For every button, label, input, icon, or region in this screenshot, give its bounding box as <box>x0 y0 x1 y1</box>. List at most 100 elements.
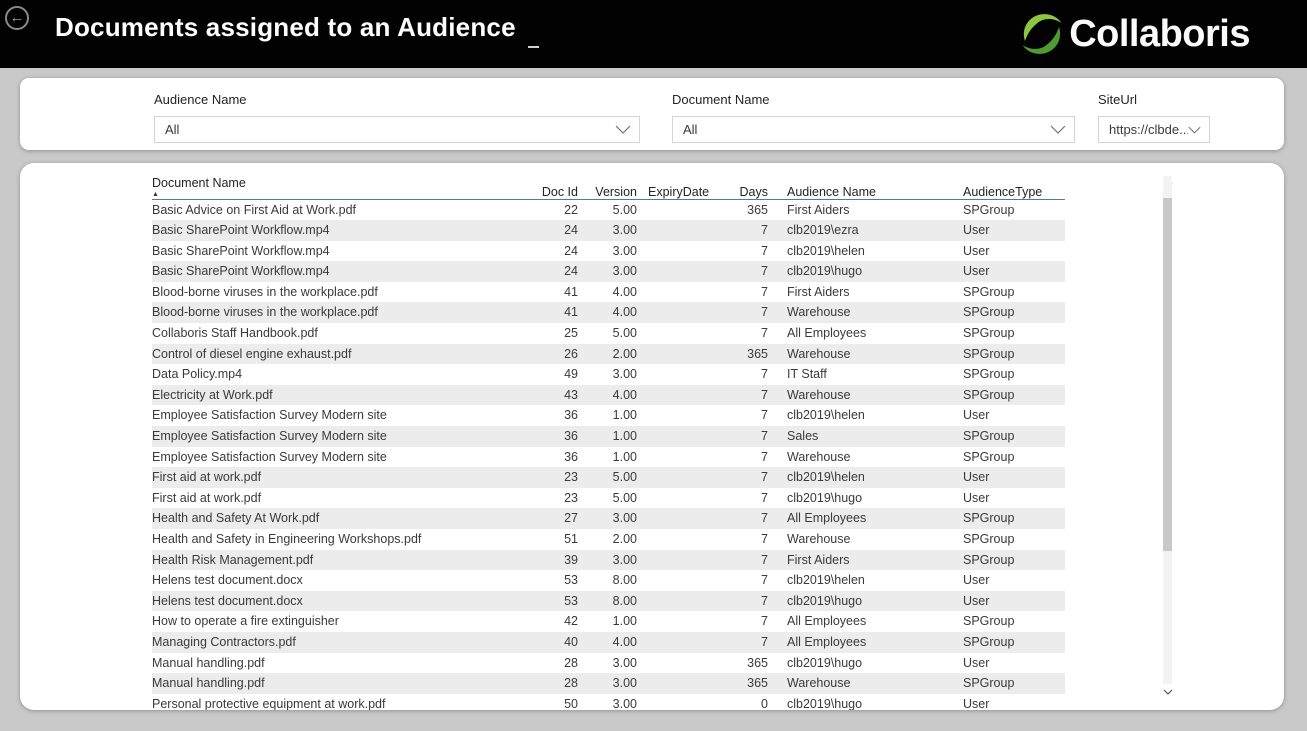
cell-version: 5.00 <box>578 467 637 488</box>
cell-expiry_date <box>637 447 714 468</box>
cell-doc_id: 36 <box>540 426 578 447</box>
siteurl-dropdown[interactable]: https://clbde... <box>1098 116 1210 143</box>
cell-doc_id: 39 <box>540 550 578 571</box>
collaboris-logo: Collaboris <box>1019 9 1250 59</box>
cell-document_name: Employee Satisfaction Survey Modern site <box>152 405 540 426</box>
cell-document_name: How to operate a fire extinguisher <box>152 611 540 632</box>
column-header-expiry_date[interactable]: ExpiryDate <box>637 171 714 199</box>
cell-days: 0 <box>714 694 768 710</box>
table-row: Electricity at Work.pdf434.007WarehouseS… <box>152 385 1065 406</box>
cell-document_name: Employee Satisfaction Survey Modern site <box>152 447 540 468</box>
filter-panel: Audience Name All Document Name All Site… <box>20 78 1284 150</box>
chevron-down-icon <box>615 125 631 134</box>
cell-expiry_date <box>637 488 714 509</box>
cell-audience_name: Warehouse <box>768 344 961 365</box>
cell-audience_name: All Employees <box>768 632 961 653</box>
cell-audience_type: SPGroup <box>961 344 1065 365</box>
cell-document_name: Helens test document.docx <box>152 591 540 612</box>
document-name-dropdown[interactable]: All <box>672 116 1075 143</box>
column-header-days[interactable]: Days <box>714 171 768 199</box>
dropdown-value: All <box>165 122 615 137</box>
cell-audience_type: User <box>961 220 1065 241</box>
cell-version: 5.00 <box>578 488 637 509</box>
cell-days: 7 <box>714 467 768 488</box>
column-header-audience_name[interactable]: Audience Name <box>768 171 961 199</box>
cell-days: 7 <box>714 302 768 323</box>
column-header-document_name[interactable]: Document Name▲ <box>152 171 540 199</box>
filter-siteurl: SiteUrl https://clbde... <box>1098 92 1210 143</box>
cell-doc_id: 50 <box>540 694 578 710</box>
cell-audience_name: All Employees <box>768 323 961 344</box>
cell-audience_type: SPGroup <box>961 632 1065 653</box>
top-bar: ← Documents assigned to an Audience Coll… <box>0 0 1307 68</box>
cell-audience_type: User <box>961 405 1065 426</box>
cell-audience_name: Warehouse <box>768 529 961 550</box>
cell-version: 1.00 <box>578 426 637 447</box>
filter-document-name: Document Name All <box>672 92 1075 143</box>
table-row: Health Risk Management.pdf393.007First A… <box>152 550 1065 571</box>
back-button[interactable]: ← <box>5 6 29 30</box>
cell-audience_type: SPGroup <box>961 447 1065 468</box>
table-row: Manual handling.pdf283.00365WarehouseSPG… <box>152 673 1065 694</box>
audience-name-dropdown[interactable]: All <box>154 116 640 143</box>
cell-document_name: Basic Advice on First Aid at Work.pdf <box>152 199 540 220</box>
cell-doc_id: 26 <box>540 344 578 365</box>
cell-doc_id: 41 <box>540 302 578 323</box>
cell-audience_name: First Aiders <box>768 199 961 220</box>
cell-audience_name: All Employees <box>768 508 961 529</box>
cell-doc_id: 23 <box>540 467 578 488</box>
cell-document_name: Collaboris Staff Handbook.pdf <box>152 323 540 344</box>
column-header-doc_id[interactable]: Doc Id <box>540 171 578 199</box>
sort-ascending-icon: ▲ <box>152 190 540 199</box>
scrollbar-thumb[interactable] <box>1163 198 1172 551</box>
cell-expiry_date <box>637 323 714 344</box>
cell-version: 1.00 <box>578 611 637 632</box>
cell-doc_id: 28 <box>540 673 578 694</box>
cell-expiry_date <box>637 344 714 365</box>
cell-document_name: Electricity at Work.pdf <box>152 385 540 406</box>
cell-document_name: Managing Contractors.pdf <box>152 632 540 653</box>
cell-version: 5.00 <box>578 323 637 344</box>
cell-audience_name: Warehouse <box>768 673 961 694</box>
cell-expiry_date <box>637 653 714 674</box>
cell-audience_name: clb2019\hugo <box>768 261 961 282</box>
cell-expiry_date <box>637 426 714 447</box>
cell-audience_type: User <box>961 467 1065 488</box>
cell-audience_type: User <box>961 570 1065 591</box>
cell-audience_name: clb2019\hugo <box>768 591 961 612</box>
scrollbar-down-button[interactable] <box>1161 686 1175 698</box>
cell-days: 7 <box>714 488 768 509</box>
cell-days: 7 <box>714 282 768 303</box>
cell-doc_id: 43 <box>540 385 578 406</box>
cell-version: 1.00 <box>578 405 637 426</box>
cell-doc_id: 41 <box>540 282 578 303</box>
cell-audience_type: User <box>961 261 1065 282</box>
column-header-audience_type[interactable]: AudienceType <box>961 171 1065 199</box>
cursor-dash <box>528 46 539 48</box>
cell-document_name: First aid at work.pdf <box>152 488 540 509</box>
cell-doc_id: 22 <box>540 199 578 220</box>
cell-audience_type: SPGroup <box>961 611 1065 632</box>
cell-audience_type: SPGroup <box>961 673 1065 694</box>
cell-audience_type: SPGroup <box>961 282 1065 303</box>
cell-document_name: Basic SharePoint Workflow.mp4 <box>152 261 540 282</box>
cell-doc_id: 28 <box>540 653 578 674</box>
cell-audience_type: SPGroup <box>961 426 1065 447</box>
cell-version: 3.00 <box>578 673 637 694</box>
table-row: First aid at work.pdf235.007clb2019\hele… <box>152 467 1065 488</box>
cell-doc_id: 40 <box>540 632 578 653</box>
cell-doc_id: 27 <box>540 508 578 529</box>
cell-document_name: Blood-borne viruses in the workplace.pdf <box>152 282 540 303</box>
cell-days: 7 <box>714 550 768 571</box>
cell-audience_name: clb2019\helen <box>768 241 961 262</box>
cell-audience_type: User <box>961 694 1065 710</box>
cell-document_name: Health Risk Management.pdf <box>152 550 540 571</box>
table-row: Basic Advice on First Aid at Work.pdf225… <box>152 199 1065 220</box>
cell-doc_id: 36 <box>540 405 578 426</box>
dropdown-value: https://clbde... <box>1109 122 1188 137</box>
cell-audience_type: SPGroup <box>961 323 1065 344</box>
cell-audience_name: Warehouse <box>768 385 961 406</box>
filter-label: Audience Name <box>154 92 640 107</box>
cell-doc_id: 23 <box>540 488 578 509</box>
column-header-version[interactable]: Version <box>578 171 637 199</box>
